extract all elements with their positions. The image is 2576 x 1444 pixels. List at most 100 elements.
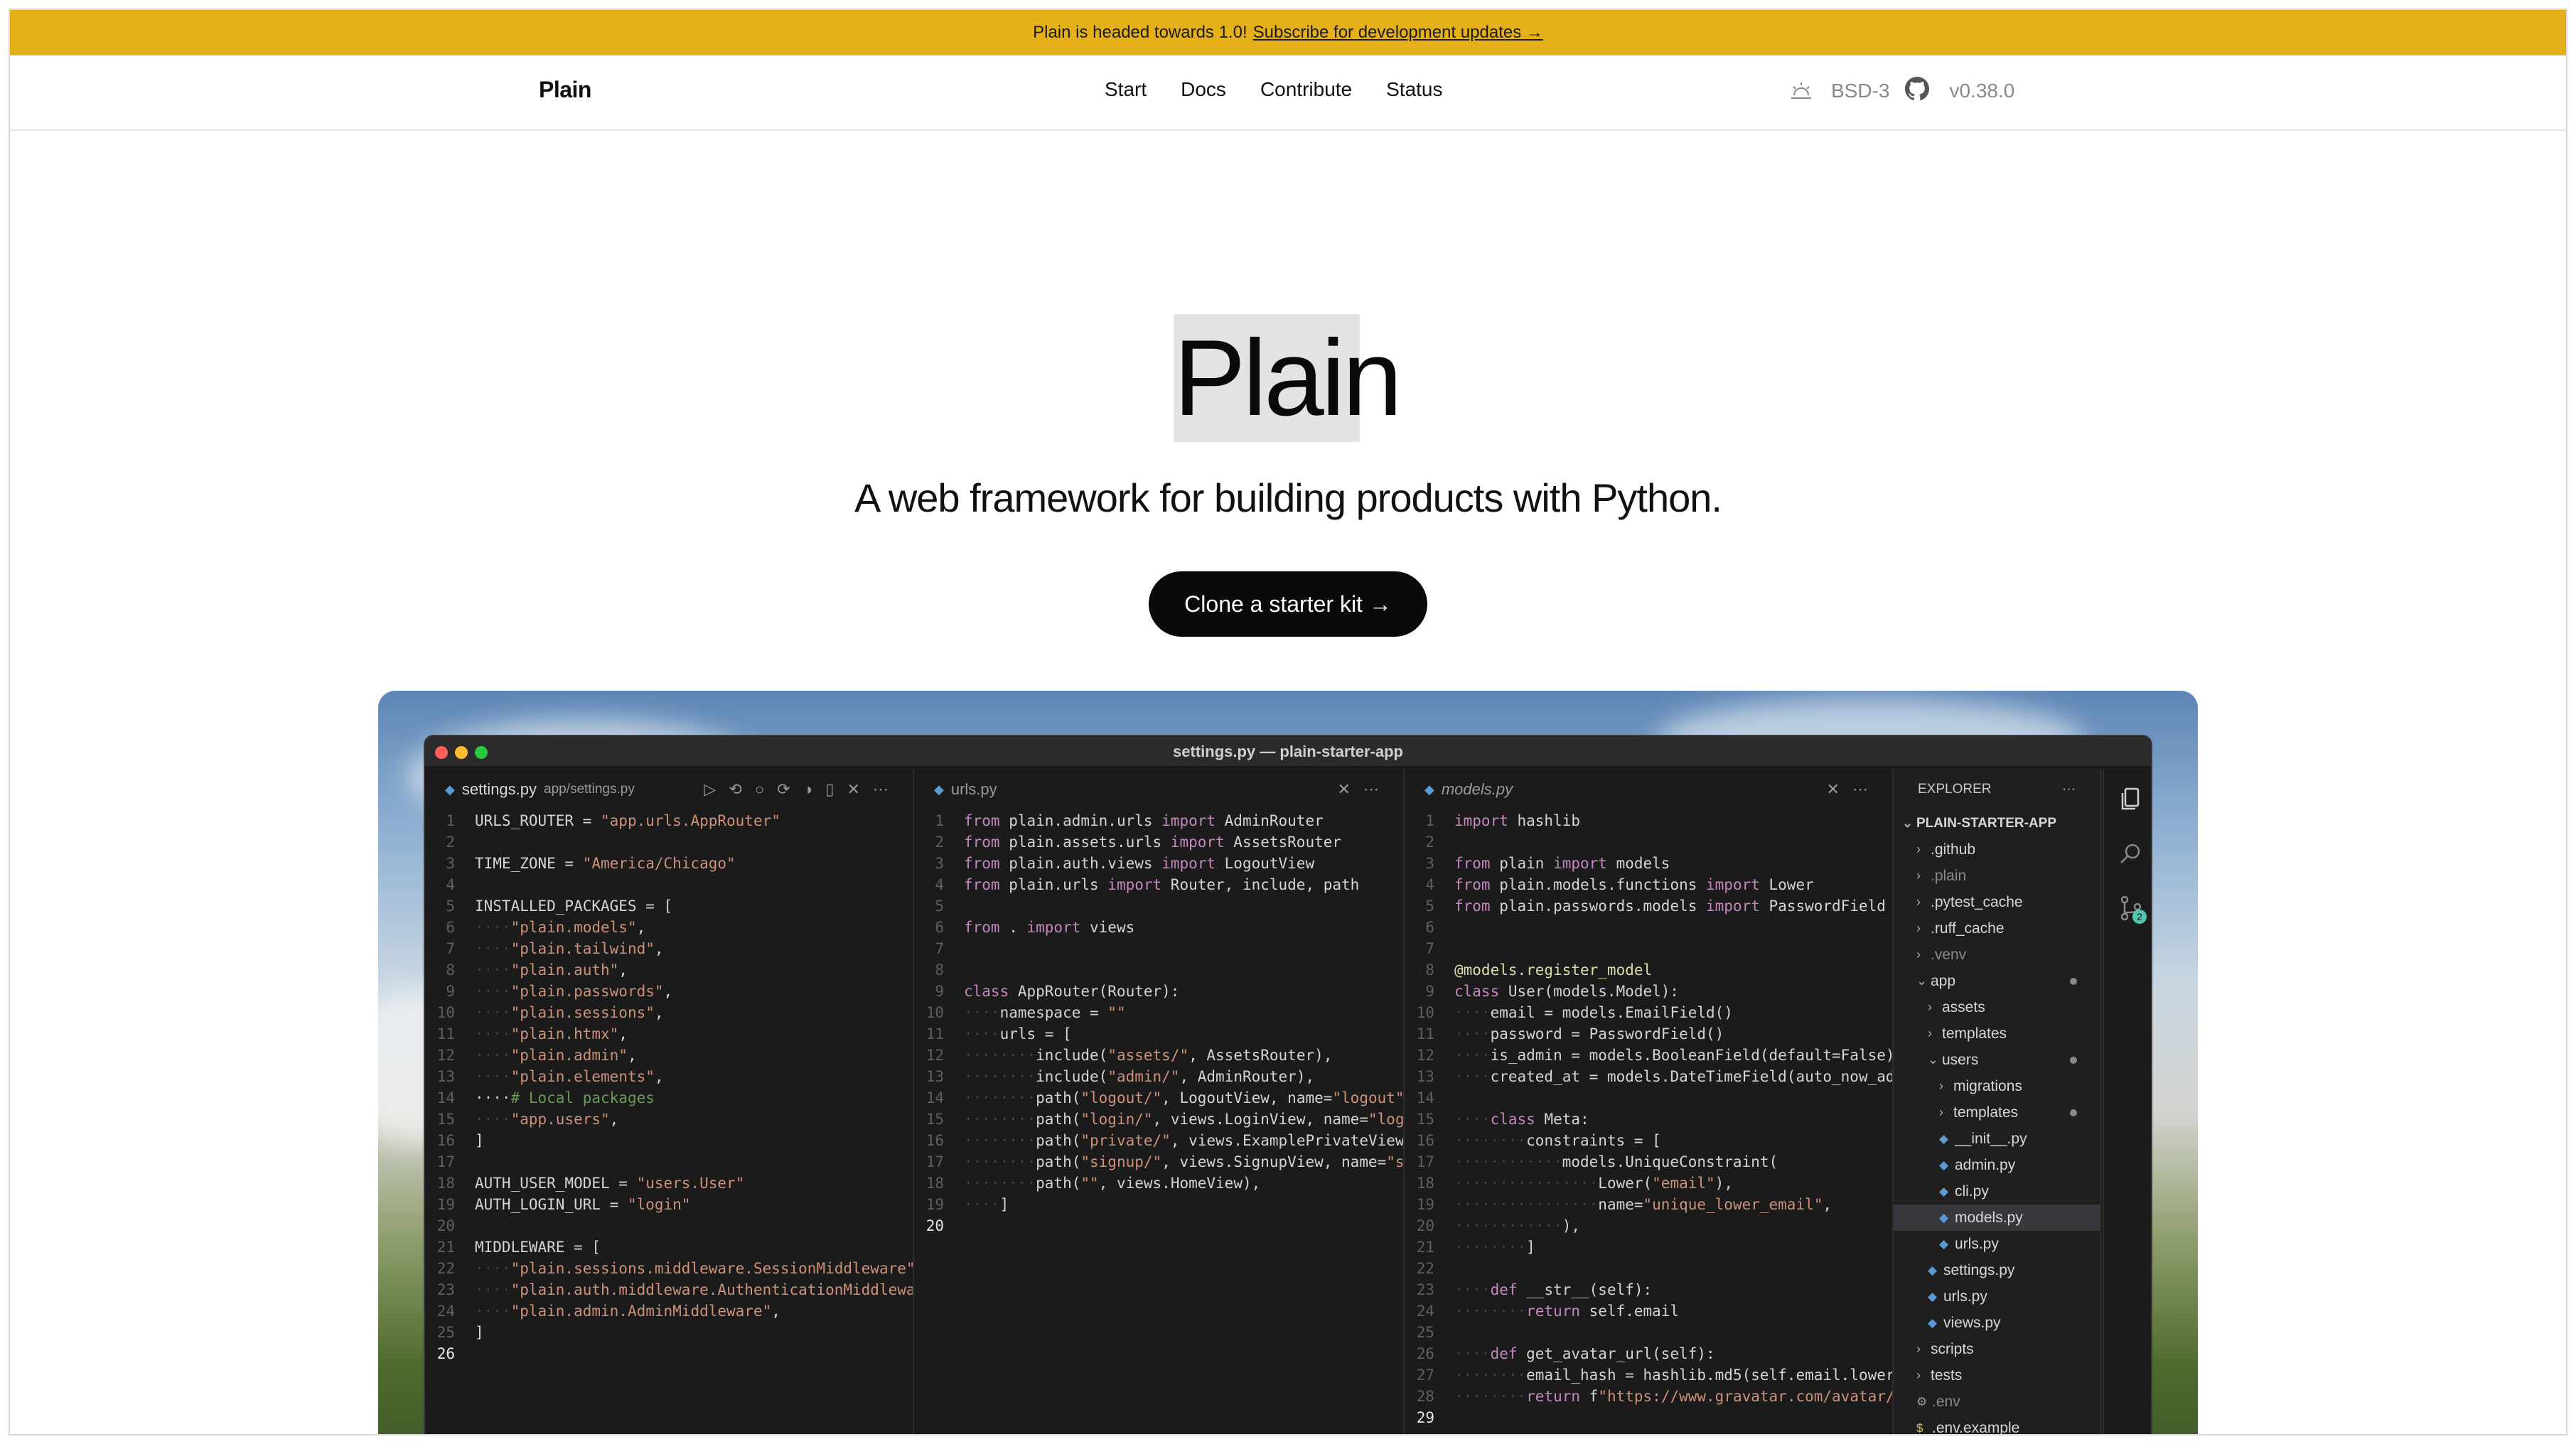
code-line[interactable]: 19 AUTH_LOGIN_URL = "login" (425, 1194, 913, 1215)
explorer-item[interactable]: ◆ urls.py (1894, 1231, 2100, 1257)
explorer-item[interactable]: ◆ cli.py (1894, 1178, 2100, 1205)
code-line[interactable]: 26 ····def get_avatar_url(self): (1405, 1343, 1892, 1364)
code-line[interactable]: 22 ····"plain.sessions.middleware.Session… (425, 1258, 913, 1279)
version-link[interactable]: v0.38.0 (1949, 80, 2014, 102)
code-line[interactable]: 3 from plain.auth.views import LogoutView (914, 853, 1403, 874)
code-line[interactable]: 8 ····"plain.auth", (425, 959, 913, 981)
code-line[interactable]: 17 ········path("signup/", views.SignupVi… (914, 1151, 1403, 1173)
explorer-root[interactable]: ⌄ PLAIN-STARTER-APP (1894, 810, 2100, 836)
source-control-icon[interactable]: 2 (2117, 894, 2147, 924)
tab-close-icon[interactable]: ✕ ⋯ (1337, 780, 1383, 799)
code-line[interactable]: 8 @models.register_model (1405, 959, 1892, 981)
code-line[interactable]: 4 (425, 874, 913, 895)
code-line[interactable]: 4 from plain.models.functions import Lowe… (1405, 874, 1892, 895)
code-line[interactable]: 13 ····"plain.elements", (425, 1066, 913, 1087)
editor-tab-urls[interactable]: ◆ urls.py ✕ ⋯ (914, 769, 1403, 810)
code-line[interactable]: 27 ········email_hash = hashlib.md5(self.… (1405, 1364, 1892, 1386)
code-line[interactable]: 18 ················Lower("email"), (1405, 1173, 1892, 1194)
explorer-item[interactable]: ◆ urls.py (1894, 1283, 2100, 1310)
code-line[interactable]: 7 (1405, 938, 1892, 959)
code-line[interactable]: 4 from plain.urls import Router, include,… (914, 874, 1403, 895)
code-line[interactable]: 11 ····urls = [ (914, 1023, 1403, 1045)
code-line[interactable]: 16 ········constraints = [ (1405, 1130, 1892, 1151)
license-link[interactable]: BSD-3 (1831, 80, 1889, 102)
code-line[interactable]: 3 from plain import models (1405, 853, 1892, 874)
explorer-item[interactable]: › templates (1894, 1099, 2100, 1126)
explorer-item[interactable]: ⌄ app (1894, 968, 2100, 994)
code-line[interactable]: 11 ····"plain.htmx", (425, 1023, 913, 1045)
code-line[interactable]: 15 ········path("login/", views.LoginView… (914, 1109, 1403, 1130)
code-line[interactable]: 6 from . import views (914, 917, 1403, 938)
code-line[interactable]: 23 ····"plain.auth.middleware.Authenticat… (425, 1279, 913, 1300)
brand-logo[interactable]: Plain (539, 77, 591, 103)
editor-tab-settings[interactable]: ◆ settings.py app/settings.py ▷ ⟲ ○ ⟳ ◑ … (425, 769, 913, 810)
subscribe-link[interactable]: Subscribe for development updates → (1253, 23, 1543, 43)
code-line[interactable]: 7 ····"plain.tailwind", (425, 938, 913, 959)
code-line[interactable]: 15 ····"app.users", (425, 1109, 913, 1130)
code-line[interactable]: 13 ····created_at = models.DateTimeField(… (1405, 1066, 1892, 1087)
files-icon[interactable] (2117, 785, 2145, 813)
nav-contribute[interactable]: Contribute (1260, 78, 1352, 101)
code-line[interactable]: 12 ····"plain.admin", (425, 1045, 913, 1066)
explorer-item[interactable]: › tests (1894, 1362, 2100, 1389)
code-line[interactable]: 22 (1405, 1258, 1892, 1279)
code-line[interactable]: 9 ····"plain.passwords", (425, 981, 913, 1002)
editor-actions-icon[interactable]: ▷ ⟲ ○ ⟳ ◑ ▯ ✕ ⋯ (704, 780, 893, 799)
code-line[interactable]: 7 (914, 938, 1403, 959)
explorer-item[interactable]: › templates (1894, 1020, 2100, 1047)
explorer-item[interactable]: › .pytest_cache (1894, 889, 2100, 915)
code-line[interactable]: 2 (425, 831, 913, 853)
code-line[interactable]: 5 from plain.passwords.models import Pass… (1405, 895, 1892, 917)
editor-tab-models[interactable]: ◆ models.py ✕ ⋯ (1405, 769, 1892, 810)
code-line[interactable]: 25 (1405, 1322, 1892, 1343)
explorer-item[interactable]: $ .env.example (1894, 1415, 2100, 1435)
code-line[interactable]: 14 ········path("logout/", LogoutView, na… (914, 1087, 1403, 1109)
code-line[interactable]: 17 (425, 1151, 913, 1173)
nav-status[interactable]: Status (1386, 78, 1442, 101)
code-line[interactable]: 12 ········include("assets/", AssetsRoute… (914, 1045, 1403, 1066)
code-line[interactable]: 23 ····def __str__(self): (1405, 1279, 1892, 1300)
code-line[interactable]: 24 ····"plain.admin.AdminMiddleware", (425, 1300, 913, 1322)
explorer-item[interactable]: ⚙ .env (1894, 1389, 2100, 1415)
theme-toggle-icon[interactable] (1787, 77, 1815, 105)
code-view[interactable]: 1 from plain.admin.urls import AdminRoute… (914, 810, 1403, 1236)
editor-pane-models[interactable]: ◆ models.py ✕ ⋯ 1 import hashlib 2 3 from pl… (1405, 769, 1894, 1434)
code-line[interactable]: 9 class User(models.Model): (1405, 981, 1892, 1002)
code-line[interactable]: 1 import hashlib (1405, 810, 1892, 831)
explorer-item[interactable]: › .venv (1894, 942, 2100, 968)
code-line[interactable]: 18 AUTH_USER_MODEL = "users.User" (425, 1173, 913, 1194)
code-line[interactable]: 25] (425, 1322, 913, 1343)
code-line[interactable]: 19 ················name="unique_lower_ema… (1405, 1194, 1892, 1215)
tab-close-icon[interactable]: ✕ ⋯ (1826, 780, 1872, 799)
explorer-item[interactable]: ◆ settings.py (1894, 1257, 2100, 1283)
code-line[interactable]: 20 (425, 1215, 913, 1236)
search-icon[interactable] (2117, 840, 2145, 868)
code-line[interactable]: 16 ········path("private/", views.Example… (914, 1130, 1403, 1151)
clone-starter-kit-button[interactable]: Clone a starter kit → (1149, 571, 1427, 637)
code-line[interactable]: 29 (1405, 1407, 1892, 1428)
code-line[interactable]: 28 ········return f"https://www.gravatar.… (1405, 1386, 1892, 1407)
code-line[interactable]: 26 (425, 1343, 913, 1364)
more-actions-icon[interactable]: ⋯ (2062, 782, 2076, 798)
explorer-item[interactable]: ◆ __init__.py (1894, 1126, 2100, 1152)
explorer-item[interactable]: › scripts (1894, 1336, 2100, 1362)
code-line[interactable]: 9 class AppRouter(Router): (914, 981, 1403, 1002)
code-line[interactable]: 5 INSTALLED_PACKAGES = [ (425, 895, 913, 917)
explorer-item[interactable]: ◆ admin.py (1894, 1152, 2100, 1178)
explorer-item[interactable]: › .github (1894, 836, 2100, 863)
editor-pane-urls[interactable]: ◆ urls.py ✕ ⋯ 1 from plain.admin.urls imp… (914, 769, 1405, 1434)
code-line[interactable]: 20 ············), (1405, 1215, 1892, 1236)
nav-start[interactable]: Start (1105, 78, 1147, 101)
code-view[interactable]: 1 URLS_ROUTER = "app.urls.AppRouter" 2 3 TIM… (425, 810, 913, 1364)
nav-docs[interactable]: Docs (1181, 78, 1226, 101)
github-icon[interactable] (1905, 77, 1933, 105)
explorer-item[interactable]: ⌄ users (1894, 1047, 2100, 1073)
code-line[interactable]: 6 ····"plain.models", (425, 917, 913, 938)
code-line[interactable]: 1 URLS_ROUTER = "app.urls.AppRouter" (425, 810, 913, 831)
code-line[interactable]: 6 (1405, 917, 1892, 938)
code-line[interactable]: 3 TIME_ZONE = "America/Chicago" (425, 853, 913, 874)
code-line[interactable]: 13 ········include("admin/", AdminRouter)… (914, 1066, 1403, 1087)
code-view[interactable]: 1 import hashlib 2 3 from plain import model… (1405, 810, 1892, 1428)
code-line[interactable]: 15 ····class Meta: (1405, 1109, 1892, 1130)
explorer-item[interactable]: ◆ models.py (1894, 1205, 2100, 1231)
